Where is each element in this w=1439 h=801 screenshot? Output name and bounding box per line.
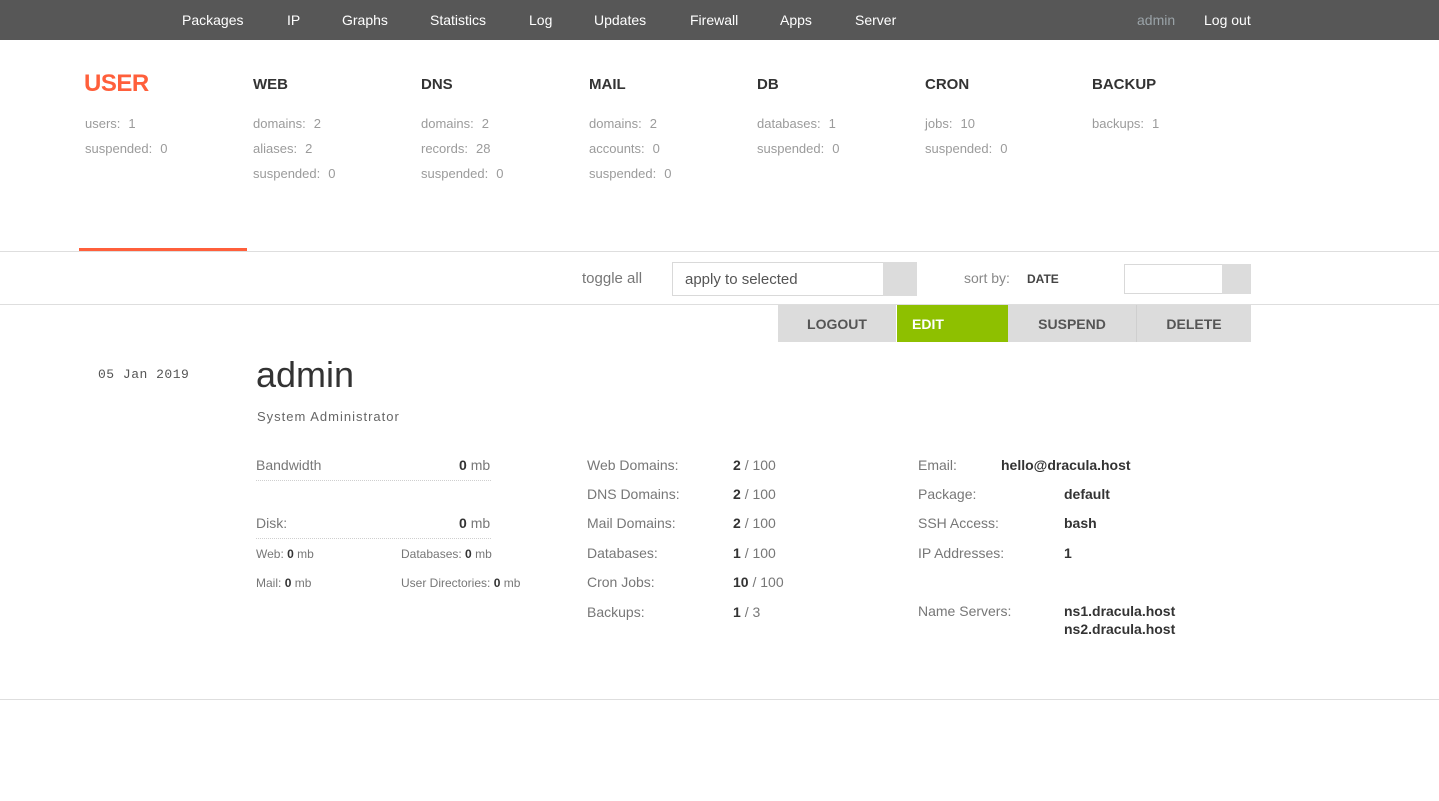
limit-value: 1 / 3	[733, 604, 761, 620]
suspend-button[interactable]: SUSPEND	[1008, 305, 1136, 342]
limit-label: DNS Domains:	[587, 486, 680, 502]
limit-label: Cron Jobs:	[587, 574, 655, 590]
name-servers-label: Name Servers:	[918, 603, 1012, 619]
stat-line: accounts: 0	[589, 141, 660, 156]
nav-statistics[interactable]: Statistics	[430, 12, 486, 28]
email-value: hello@dracula.host	[1001, 457, 1131, 473]
stat-line: domains: 2	[253, 116, 321, 131]
apply-button[interactable]	[883, 262, 917, 296]
stat-line: suspended: 0	[253, 166, 336, 181]
limit-value: 2 / 100	[733, 457, 776, 473]
stat-line: records: 28	[421, 141, 491, 156]
disk-mail: Mail: 0 mb	[256, 576, 312, 590]
record-role: System Administrator	[257, 409, 400, 424]
sort-label: sort by:	[964, 270, 1010, 286]
nav-server[interactable]: Server	[855, 12, 896, 28]
divider	[0, 251, 1439, 252]
disk-user-directories: User Directories: 0 mb	[401, 576, 521, 590]
limit-value: 1 / 100	[733, 545, 776, 561]
email-label: Email:	[918, 457, 957, 473]
nav-firewall[interactable]: Firewall	[690, 12, 738, 28]
stat-title: DB	[757, 76, 779, 93]
stat-line: domains: 2	[421, 116, 489, 131]
limit-label: Web Domains:	[587, 457, 679, 473]
logout-link[interactable]: Log out	[1204, 12, 1251, 28]
stat-title: MAIL	[589, 76, 626, 93]
limit-label: Backups:	[587, 604, 645, 620]
stat-line: suspended: 0	[757, 141, 840, 156]
name-server-1: ns1.dracula.host	[1064, 603, 1176, 619]
package-value: default	[1064, 486, 1110, 502]
stat-line: suspended: 0	[85, 141, 168, 156]
record-username: admin	[256, 354, 355, 395]
nav-apps[interactable]: Apps	[780, 12, 812, 28]
stat-title: USER	[84, 70, 149, 97]
nav-updates[interactable]: Updates	[594, 12, 646, 28]
limit-value: 2 / 100	[733, 515, 776, 531]
toggle-all-link[interactable]: toggle all	[582, 270, 642, 287]
bandwidth-label: Bandwidth	[256, 457, 322, 473]
ip-label: IP Addresses:	[918, 545, 1005, 561]
stat-line: jobs: 10	[925, 116, 975, 131]
stat-line: suspended: 0	[421, 166, 504, 181]
ssh-label: SSH Access:	[918, 515, 999, 531]
nav-ip[interactable]: IP	[287, 12, 300, 28]
bandwidth-value: 0 mb	[459, 457, 491, 473]
stat-line: databases: 1	[757, 116, 836, 131]
disk-web: Web: 0 mb	[256, 547, 314, 561]
ip-value: 1	[1064, 545, 1072, 561]
name-server-2: ns2.dracula.host	[1064, 621, 1176, 637]
stat-title: CRON	[925, 76, 970, 93]
record-date: 05 Jan 2019	[98, 367, 190, 382]
disk-label: Disk:	[256, 515, 288, 531]
nav-graphs[interactable]: Graphs	[342, 12, 388, 28]
search-input[interactable]	[1124, 264, 1222, 294]
stat-line: suspended: 0	[925, 141, 1008, 156]
disk-databases: Databases: 0 mb	[401, 547, 492, 561]
stat-line: domains: 2	[589, 116, 657, 131]
bandwidth-bar	[256, 480, 491, 481]
bulk-action-select[interactable]: apply to selected	[672, 262, 883, 296]
limit-value: 2 / 100	[733, 486, 776, 502]
stat-title: DNS	[421, 76, 453, 93]
disk-value: 0 mb	[459, 515, 491, 531]
edit-button[interactable]: EDIT	[897, 305, 1008, 342]
nav-user[interactable]: admin	[1137, 12, 1175, 28]
delete-button[interactable]: DELETE	[1137, 305, 1251, 342]
disk-bar	[256, 538, 491, 539]
nav-log[interactable]: Log	[529, 12, 552, 28]
limit-value: 10 / 100	[733, 574, 784, 590]
ssh-value: bash	[1064, 515, 1097, 531]
stat-title: BACKUP	[1092, 76, 1157, 93]
divider	[0, 699, 1439, 700]
limit-label: Databases:	[587, 545, 658, 561]
top-nav: Packages IP Graphs Statistics Log Update…	[0, 0, 1439, 40]
stat-line: backups: 1	[1092, 116, 1160, 131]
package-label: Package:	[918, 486, 977, 502]
stat-title: WEB	[253, 76, 288, 93]
stat-line: suspended: 0	[589, 166, 672, 181]
sort-dropdown[interactable]: DATE	[1027, 272, 1059, 286]
nav-packages[interactable]: Packages	[182, 12, 243, 28]
search-button[interactable]	[1222, 264, 1251, 294]
stat-line: users: 1	[85, 116, 136, 131]
stat-line: aliases: 2	[253, 141, 313, 156]
logout-as-button[interactable]: LOGOUT	[778, 305, 896, 342]
limit-label: Mail Domains:	[587, 515, 676, 531]
